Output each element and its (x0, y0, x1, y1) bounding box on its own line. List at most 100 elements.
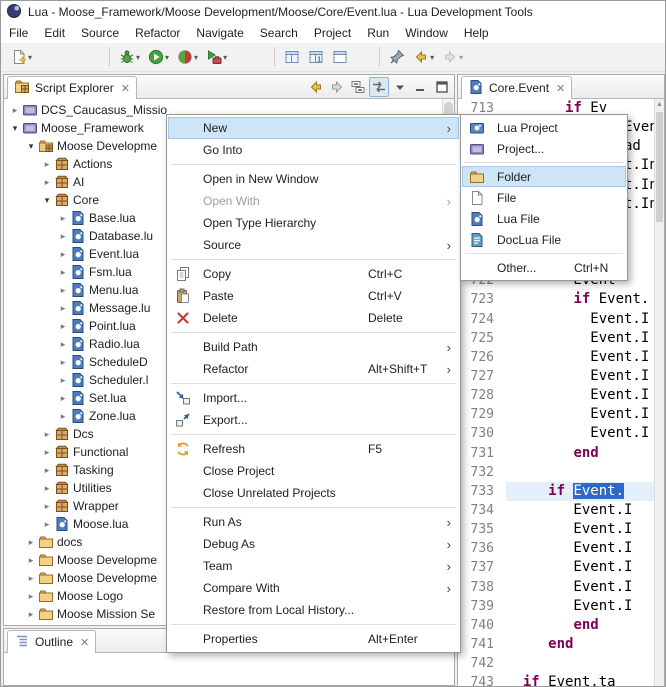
context-menu-item-refresh[interactable]: RefreshF5 (168, 438, 459, 460)
menu-project[interactable]: Project (306, 24, 359, 42)
context-menu-item-source[interactable]: Source› (168, 234, 459, 256)
minimize-button[interactable] (411, 77, 431, 97)
dropdown-arrow-icon[interactable]: ▾ (223, 53, 227, 62)
expand-arrow-icon[interactable]: ▸ (56, 213, 70, 224)
expand-arrow-icon[interactable]: ▸ (40, 177, 54, 188)
context-menu-item-run-as[interactable]: Run As› (168, 511, 459, 533)
code-line[interactable]: 727 Event.I (458, 367, 654, 386)
expand-arrow-icon[interactable]: ▸ (8, 105, 22, 116)
dropdown-arrow-icon[interactable]: ▾ (430, 53, 434, 62)
view-menu-button[interactable] (390, 77, 410, 97)
new-submenu-item-folder[interactable]: Folder (462, 166, 626, 187)
context-menu-item-refactor[interactable]: RefactorAlt+Shift+T› (168, 358, 459, 380)
menu-run[interactable]: Run (359, 24, 397, 42)
menu-search[interactable]: Search (252, 24, 306, 42)
code-line[interactable]: 738 Event.I (458, 578, 654, 597)
context-menu-item-open-in-new-window[interactable]: Open in New Window (168, 168, 459, 190)
expand-arrow-icon[interactable]: ▸ (56, 375, 70, 386)
menu-window[interactable]: Window (397, 24, 456, 42)
code-line[interactable]: 726 Event.I (458, 348, 654, 367)
code-line[interactable]: 740 end (458, 616, 654, 635)
code-line[interactable]: 731 end (458, 444, 654, 463)
external-tools-button[interactable]: ▾ (202, 45, 231, 69)
context-menu-item-import[interactable]: Import... (168, 387, 459, 409)
code-line[interactable]: 733 if Event. (458, 482, 654, 501)
context-menu-item-copy[interactable]: CopyCtrl+C (168, 263, 459, 285)
context-menu-item-export[interactable]: Export... (168, 409, 459, 431)
maximize-button[interactable] (432, 77, 452, 97)
expand-arrow-icon[interactable]: ▸ (40, 447, 54, 458)
expand-arrow-icon[interactable]: ▸ (56, 411, 70, 422)
collapse-arrow-icon[interactable]: ▾ (24, 141, 38, 152)
new-submenu-item-project[interactable]: Project... (462, 138, 626, 159)
collapse-arrow-icon[interactable]: ▾ (40, 195, 54, 206)
expand-arrow-icon[interactable]: ▸ (40, 501, 54, 512)
context-menu-item-go-into[interactable]: Go Into (168, 139, 459, 161)
new-submenu-item-file[interactable]: File (462, 187, 626, 208)
editor-scrollbar[interactable]: ▲ (654, 99, 664, 686)
link-editor-button[interactable] (369, 77, 389, 97)
context-menu-item-open-with[interactable]: Open With› (168, 190, 459, 212)
context-menu-item-close-unrelated-projects[interactable]: Close Unrelated Projects (168, 482, 459, 504)
dropdown-arrow-icon[interactable]: ▾ (459, 53, 463, 62)
collapse-all-button[interactable] (348, 77, 368, 97)
menu-file[interactable]: File (1, 24, 36, 42)
code-line[interactable]: 743 if Event.ta (458, 673, 654, 686)
coverage-button[interactable]: ▾ (173, 45, 202, 69)
expand-arrow-icon[interactable]: ▸ (24, 573, 38, 584)
code-line[interactable]: 739 Event.I (458, 597, 654, 616)
collapse-arrow-icon[interactable]: ▾ (8, 123, 22, 134)
expand-arrow-icon[interactable]: ▸ (56, 267, 70, 278)
code-line[interactable]: 737 Event.I (458, 558, 654, 577)
expand-arrow-icon[interactable]: ▸ (56, 339, 70, 350)
dropdown-arrow-icon[interactable]: ▾ (28, 53, 32, 62)
expand-arrow-icon[interactable]: ▸ (56, 231, 70, 242)
code-line[interactable]: 741 end (458, 635, 654, 654)
expand-arrow-icon[interactable]: ▸ (24, 609, 38, 620)
expand-arrow-icon[interactable]: ▸ (40, 465, 54, 476)
forward-button[interactable]: ▾ (438, 45, 467, 69)
code-line[interactable]: 725 Event.I (458, 329, 654, 348)
code-line[interactable]: 724 Event.I (458, 310, 654, 329)
expand-arrow-icon[interactable]: ▸ (40, 429, 54, 440)
close-icon[interactable]: ✕ (80, 636, 89, 649)
expand-arrow-icon[interactable]: ▸ (24, 555, 38, 566)
code-line[interactable]: 730 Event.I (458, 424, 654, 443)
code-line[interactable]: 735 Event.I (458, 520, 654, 539)
context-menu-item-team[interactable]: Team› (168, 555, 459, 577)
expand-arrow-icon[interactable]: ▸ (40, 519, 54, 530)
menu-help[interactable]: Help (456, 24, 497, 42)
expand-arrow-icon[interactable]: ▸ (24, 537, 38, 548)
dropdown-arrow-icon[interactable]: ▾ (194, 53, 198, 62)
close-icon[interactable]: ✕ (556, 82, 565, 95)
new-submenu-item-lua-project[interactable]: Lua Project (462, 117, 626, 138)
back-button[interactable]: ▾ (409, 45, 438, 69)
close-icon[interactable]: ✕ (121, 82, 130, 95)
dropdown-arrow-icon[interactable]: ▾ (136, 53, 140, 62)
context-menu-item-open-type-hierarchy[interactable]: Open Type Hierarchy (168, 212, 459, 234)
code-line[interactable]: 728 Event.I (458, 386, 654, 405)
context-menu-item-build-path[interactable]: Build Path› (168, 336, 459, 358)
code-line[interactable]: 732 (458, 463, 654, 482)
code-line[interactable]: 736 Event.I (458, 539, 654, 558)
expand-arrow-icon[interactable]: ▸ (56, 249, 70, 260)
menu-edit[interactable]: Edit (36, 24, 73, 42)
tab-script-explorer[interactable]: Script Explorer ✕ (7, 76, 137, 99)
context-menu-item-properties[interactable]: PropertiesAlt+Enter (168, 628, 459, 650)
window-grid-button[interactable] (280, 45, 304, 69)
run-button[interactable]: ▾ (144, 45, 173, 69)
window-button[interactable] (328, 45, 352, 69)
code-line[interactable]: 729 Event.I (458, 405, 654, 424)
pin-button[interactable] (385, 45, 409, 69)
window-grid-number-button[interactable]: 1 (304, 45, 328, 69)
context-menu-item-restore-from-local-history[interactable]: Restore from Local History... (168, 599, 459, 621)
forward-button[interactable] (327, 77, 347, 97)
context-menu-item-debug-as[interactable]: Debug As› (168, 533, 459, 555)
context-menu-item-paste[interactable]: PasteCtrl+V (168, 285, 459, 307)
code-line[interactable]: 734 Event.I (458, 501, 654, 520)
new-submenu-item-doclua-file[interactable]: DocLua File (462, 229, 626, 250)
scrollbar-thumb[interactable] (656, 112, 663, 222)
expand-arrow-icon[interactable]: ▸ (56, 303, 70, 314)
code-line[interactable]: 723 if Event. (458, 290, 654, 309)
code-line[interactable]: 742 (458, 654, 654, 673)
